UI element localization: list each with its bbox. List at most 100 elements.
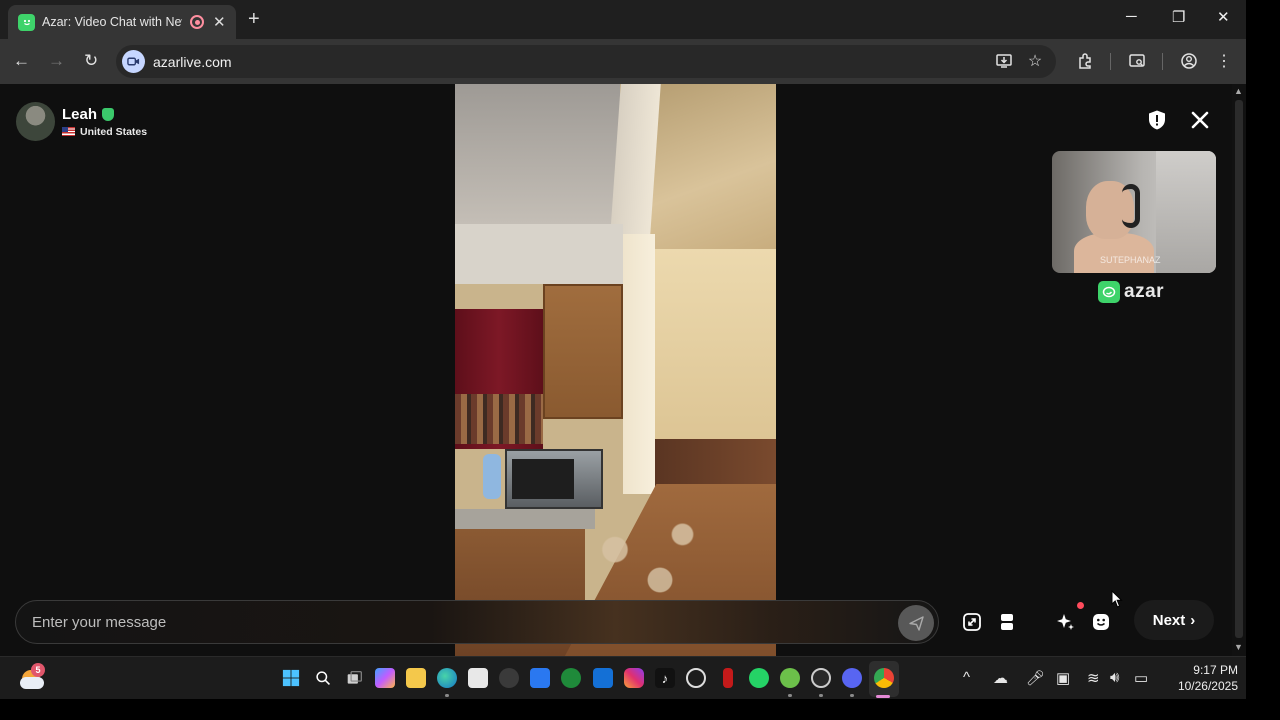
toolbar-separator: [1110, 53, 1111, 70]
bookmark-star-icon[interactable]: ☆: [1025, 51, 1045, 71]
install-app-icon[interactable]: [994, 51, 1014, 71]
search-icon[interactable]: [313, 668, 333, 688]
page-scrollbar[interactable]: ▲ ▼: [1232, 84, 1246, 656]
azar-logo: azar: [1098, 281, 1164, 303]
app-icon[interactable]: [780, 668, 800, 688]
extensions-icon[interactable]: [1075, 51, 1095, 71]
tab-search-icon[interactable]: [1127, 51, 1147, 71]
emoji-icon: [1093, 614, 1109, 630]
toolbar-separator: [1162, 53, 1163, 70]
microphone-icon[interactable]: 🎤︎: [1026, 669, 1045, 687]
camera-watermark: SUTEPHANAZ: [1100, 255, 1161, 265]
chrome-icon[interactable]: [874, 668, 894, 688]
tiktok-icon[interactable]: ♪: [655, 668, 675, 688]
verified-badge-icon: [102, 107, 115, 121]
scroll-down-icon[interactable]: ▼: [1234, 642, 1243, 652]
address-bar[interactable]: azarlive.com: [116, 45, 1056, 78]
restore-icon[interactable]: ❐: [1172, 8, 1185, 26]
file-explorer-icon[interactable]: [406, 668, 426, 688]
chevron-right-icon: ›: [1190, 611, 1196, 629]
xbox-icon[interactable]: [561, 668, 581, 688]
azar-logo-icon: [1098, 281, 1120, 303]
minimize-icon[interactable]: ─: [1126, 8, 1137, 25]
task-view-icon[interactable]: [344, 668, 364, 688]
partner-video: [455, 84, 776, 656]
site-info-icon[interactable]: [122, 50, 145, 73]
whatsapp-icon[interactable]: [749, 668, 769, 688]
forward-icon[interactable]: →: [48, 51, 65, 71]
emoji-button[interactable]: [1087, 608, 1115, 636]
us-flag-icon: [62, 127, 75, 136]
partner-country: United States: [80, 125, 148, 138]
effects-button[interactable]: [1052, 608, 1080, 636]
app-icon[interactable]: [530, 668, 550, 688]
system-clock[interactable]: 9:17 PM 10/26/2025: [1160, 662, 1238, 694]
url-text: azarlive.com: [153, 53, 232, 70]
battery-icon[interactable]: ▭: [1134, 669, 1148, 687]
weather-widget[interactable]: 5: [18, 663, 46, 692]
app-icon[interactable]: [723, 668, 733, 688]
chatgpt-icon[interactable]: [686, 668, 706, 688]
next-label: Next: [1152, 611, 1186, 629]
sparkle-icon: [1057, 614, 1074, 630]
start-icon[interactable]: [281, 668, 301, 688]
windows-taskbar: 5 ♪ ^ ☁ 🎤︎ ▣ ≋ 🔊︎ ▭ 9:17 PM 10/26/2025: [0, 656, 1246, 699]
wifi-icon[interactable]: ≋: [1087, 669, 1100, 687]
instagram-icon[interactable]: [624, 668, 644, 688]
browser-window: Azar: Video Chat with New ✕ + ─ ❐ ✕ ← → …: [0, 0, 1246, 656]
message-input[interactable]: Enter your message: [15, 600, 939, 644]
send-button[interactable]: [898, 605, 934, 641]
tab-title: Azar: Video Chat with New: [42, 15, 182, 29]
layout-icon: [1001, 614, 1013, 630]
partner-name-row: Leah: [62, 106, 147, 123]
scrollbar-thumb[interactable]: [1235, 100, 1243, 638]
tab-close-icon[interactable]: ✕: [213, 13, 226, 31]
discord-icon[interactable]: [842, 668, 862, 688]
tray-overflow-icon[interactable]: ^: [963, 669, 970, 686]
headphones: [1122, 184, 1140, 228]
send-icon: [908, 615, 924, 631]
tab-strip: Azar: Video Chat with New ✕ + ─ ❐ ✕: [0, 0, 1246, 39]
notification-app-icon[interactable]: ▣: [1056, 669, 1070, 687]
avatar[interactable]: [16, 102, 55, 141]
azar-page: Leah United States SUTEPHANAZ azar Enter…: [0, 84, 1232, 656]
partner-country-row: United States: [62, 126, 147, 138]
browser-toolbar: ← → ↻ azarlive.com ☆ ⋮: [0, 39, 1246, 84]
store-icon[interactable]: [468, 668, 488, 688]
layout-button[interactable]: [993, 608, 1021, 636]
mouse-cursor-icon: [1111, 590, 1123, 608]
back-icon[interactable]: ←: [13, 51, 30, 71]
active-indicator: [876, 695, 890, 698]
self-camera-preview: SUTEPHANAZ: [1052, 151, 1216, 273]
tab-azar[interactable]: Azar: Video Chat with New ✕: [8, 5, 236, 39]
weather-badge: 5: [31, 663, 45, 677]
edge-icon[interactable]: [437, 668, 457, 688]
next-button[interactable]: Next ›: [1134, 600, 1214, 640]
app-icon[interactable]: [811, 668, 831, 688]
outlook-icon[interactable]: [593, 668, 613, 688]
profile-icon[interactable]: [1179, 51, 1199, 71]
fullscreen-button[interactable]: [958, 608, 986, 636]
app-icon[interactable]: [499, 668, 519, 688]
azar-wordmark: azar: [1124, 281, 1165, 302]
recording-icon: [190, 15, 204, 29]
partner-name: Leah: [62, 105, 98, 123]
window-close-icon[interactable]: ✕: [1217, 8, 1230, 26]
screen: Azar: Video Chat with New ✕ + ─ ❐ ✕ ← → …: [0, 0, 1280, 720]
partner-profile[interactable]: Leah United States: [16, 102, 147, 141]
volume-icon[interactable]: 🔊︎: [1110, 669, 1119, 686]
fullscreen-icon: [963, 613, 981, 631]
effects-notification-dot: [1077, 602, 1084, 609]
copilot-icon[interactable]: [375, 668, 395, 688]
new-tab-button[interactable]: +: [248, 8, 260, 31]
report-shield-icon[interactable]: [1146, 109, 1168, 131]
clock-date: 10/26/2025: [1177, 679, 1238, 693]
menu-icon[interactable]: ⋮: [1214, 51, 1234, 71]
message-placeholder: Enter your message: [32, 613, 167, 631]
close-chat-icon[interactable]: [1188, 108, 1212, 132]
azar-favicon-icon: [18, 13, 35, 31]
clock-time: 9:17 PM: [1193, 663, 1238, 677]
reload-icon[interactable]: ↻: [84, 51, 98, 71]
onedrive-icon[interactable]: ☁: [993, 669, 1008, 687]
scroll-up-icon[interactable]: ▲: [1234, 86, 1243, 96]
